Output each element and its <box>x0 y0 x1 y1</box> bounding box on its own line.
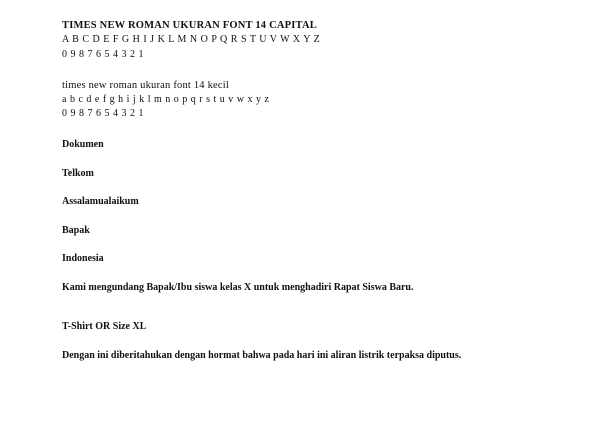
capital-heading: TIMES NEW ROMAN UKURAN FONT 14 CAPITAL <box>62 20 317 31</box>
small-alphabet: a b c d e f g h i j k l m n o p q r s t … <box>62 94 270 105</box>
capital-alphabet: A B C D E F G H I J K L M N O P Q R S T … <box>62 34 321 45</box>
invitation-paragraph: Kami mengundang Bapak/Ibu siswa kelas X … <box>62 282 414 293</box>
word-dokumen: Dokumen <box>62 139 104 150</box>
document-page: TIMES NEW ROMAN UKURAN FONT 14 CAPITAL A… <box>0 0 600 440</box>
word-indonesia: Indonesia <box>62 253 104 264</box>
small-digits: 0 9 8 7 6 5 4 3 2 1 <box>62 108 144 119</box>
word-assalamualaikum: Assalamualaikum <box>62 196 139 207</box>
shirt-size-line: T-Shirt OR Size XL <box>62 321 147 332</box>
word-telkom: Telkom <box>62 168 94 179</box>
announcement-paragraph: Dengan ini diberitahukan dengan hormat b… <box>62 350 462 361</box>
small-heading: times new roman ukuran font 14 kecil <box>62 80 229 91</box>
word-bapak: Bapak <box>62 225 90 236</box>
capital-digits: 0 9 8 7 6 5 4 3 2 1 <box>62 49 144 60</box>
